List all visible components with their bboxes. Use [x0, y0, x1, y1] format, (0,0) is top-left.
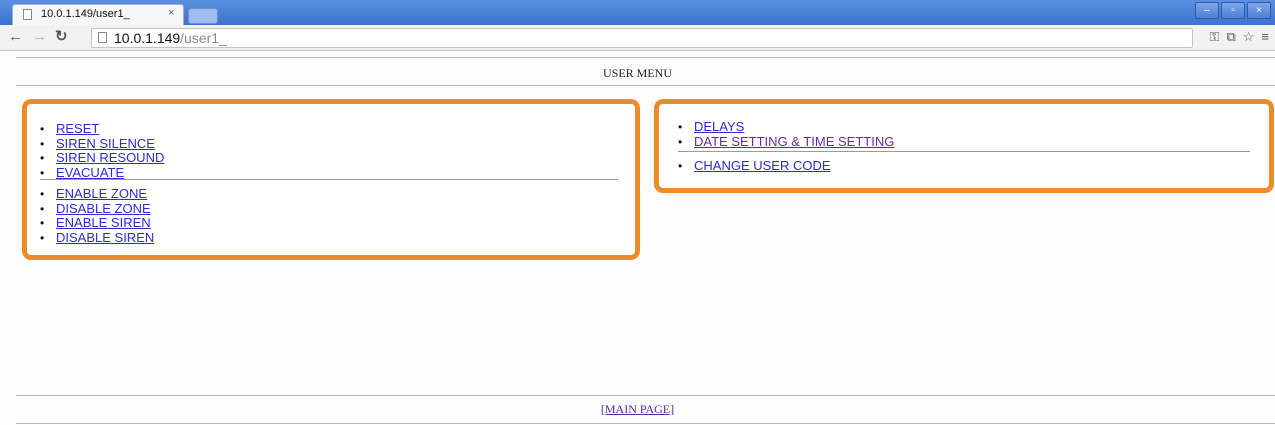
list-item: SIREN RESOUND	[40, 151, 164, 166]
list-item: DISABLE SIREN	[40, 230, 154, 246]
enable-siren-link[interactable]: ENABLE SIREN	[56, 215, 151, 230]
list-item: CHANGE USER CODE	[678, 159, 831, 174]
new-tab-button[interactable]	[188, 8, 218, 24]
browser-toolbar: ← → ↻ 10.0.1.149/user1_ ⚿ ⧉ ☆ ≡	[0, 25, 1275, 51]
list-item: DISABLE ZONE	[40, 201, 154, 217]
close-window-icon[interactable]: ×	[1247, 2, 1271, 19]
forward-icon[interactable]: →	[32, 28, 47, 45]
right-menu-group-1: DELAYS DATE SETTING & TIME SETTING	[678, 120, 894, 149]
footer-divider-top	[16, 395, 1275, 396]
footer-divider-bottom	[16, 423, 1275, 424]
address-bar[interactable]: 10.0.1.149/user1_	[91, 28, 1193, 48]
right-menu-panel: DELAYS DATE SETTING & TIME SETTING CHANG…	[654, 99, 1274, 193]
change-user-code-link[interactable]: CHANGE USER CODE	[694, 158, 831, 173]
left-menu-group-1: RESET SIREN SILENCE SIREN RESOUND EVACUA…	[40, 122, 164, 180]
reset-link[interactable]: RESET	[56, 121, 99, 136]
page-title: USER MENU	[602, 66, 672, 80]
url-path: /user1_	[180, 30, 227, 46]
window-controls: – ▫ ×	[1193, 2, 1271, 19]
right-separator	[678, 151, 1250, 152]
left-menu-group-2: ENABLE ZONE DISABLE ZONE ENABLE SIREN DI…	[40, 187, 154, 245]
list-item: DATE SETTING & TIME SETTING	[678, 134, 894, 150]
url-text: 10.0.1.149/user1_	[114, 30, 227, 46]
siren-silence-link[interactable]: SIREN SILENCE	[56, 136, 155, 151]
browser-tab[interactable]: 10.0.1.149/user1_ ×	[12, 4, 184, 26]
close-tab-icon[interactable]: ×	[168, 7, 174, 19]
minimize-icon[interactable]: –	[1195, 2, 1219, 19]
tab-title: 10.0.1.149/user1_	[41, 8, 130, 20]
list-item: ENABLE SIREN	[40, 216, 154, 231]
list-item: ENABLE ZONE	[40, 187, 154, 202]
url-host: 10.0.1.149	[114, 30, 181, 46]
star-icon[interactable]: ☆	[1243, 29, 1255, 45]
footer: [MAIN PAGE]	[0, 402, 1275, 417]
disable-siren-link[interactable]: DISABLE SIREN	[56, 230, 154, 245]
siren-resound-link[interactable]: SIREN RESOUND	[56, 150, 164, 165]
page-icon	[23, 9, 32, 20]
key-icon[interactable]: ⚿	[1210, 29, 1220, 45]
browser-titlebar: 10.0.1.149/user1_ × – ▫ ×	[0, 0, 1275, 26]
list-item: DELAYS	[678, 120, 894, 135]
evacuate-link[interactable]: EVACUATE	[56, 165, 124, 180]
top-divider	[16, 57, 1275, 58]
list-item: RESET	[40, 122, 164, 137]
page-icon	[98, 32, 107, 43]
back-icon[interactable]: ←	[8, 28, 23, 45]
main-page-link[interactable]: [MAIN PAGE]	[601, 402, 674, 416]
reload-icon[interactable]: ↻	[55, 27, 68, 45]
enable-zone-link[interactable]: ENABLE ZONE	[56, 186, 147, 201]
left-menu-panel: RESET SIREN SILENCE SIREN RESOUND EVACUA…	[22, 99, 640, 260]
right-menu-group-2: CHANGE USER CODE	[678, 159, 831, 174]
toolbar-actions: ⚿ ⧉ ☆ ≡	[1210, 29, 1269, 45]
restore-icon[interactable]: ▫	[1221, 2, 1245, 19]
menu-icon[interactable]: ≡	[1261, 29, 1269, 45]
list-item: SIREN SILENCE	[40, 136, 164, 152]
date-time-setting-link[interactable]: DATE SETTING & TIME SETTING	[694, 134, 894, 149]
delays-link[interactable]: DELAYS	[694, 119, 744, 134]
disable-zone-link[interactable]: DISABLE ZONE	[56, 201, 151, 216]
title-divider	[16, 85, 1275, 86]
list-item: EVACUATE	[40, 165, 164, 181]
left-separator	[40, 179, 618, 180]
translate-icon[interactable]: ⧉	[1226, 29, 1235, 45]
